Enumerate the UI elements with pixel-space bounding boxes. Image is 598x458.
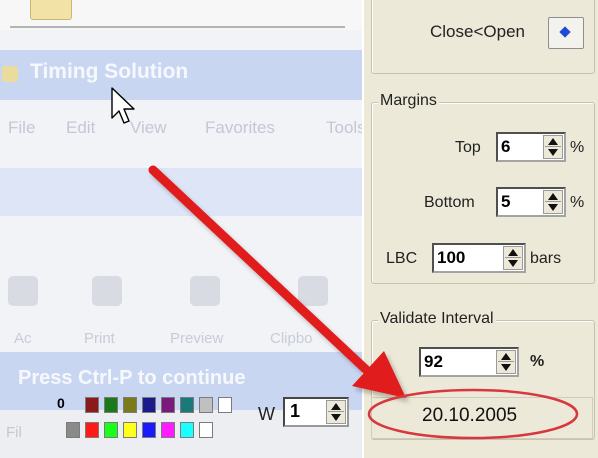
color-swatch[interactable] <box>123 422 137 438</box>
lbc-buttons[interactable] <box>503 246 523 270</box>
color-swatch[interactable] <box>142 397 156 413</box>
menu-item-edit[interactable]: Edit <box>66 118 95 138</box>
toolbar-label-clipboard[interactable]: Clipbo <box>270 330 313 347</box>
color-swatch[interactable] <box>85 397 99 413</box>
arrow-up-icon[interactable] <box>548 138 558 145</box>
arrow-up-icon[interactable] <box>331 403 341 410</box>
background-address-band <box>0 168 362 216</box>
color-swatch[interactable] <box>104 422 118 438</box>
validate-buttons[interactable] <box>496 350 516 374</box>
arrow-down-icon[interactable] <box>548 149 558 156</box>
app-icon <box>2 66 18 82</box>
color-swatch[interactable] <box>161 422 175 438</box>
color-swatch[interactable] <box>161 397 175 413</box>
background-window-title: Timing Solution <box>30 60 189 83</box>
color-swatch[interactable] <box>123 397 137 413</box>
validate-stepper[interactable]: 92 <box>419 347 519 377</box>
background-status-text: Press Ctrl-P to continue <box>18 367 246 389</box>
arrow-down-icon[interactable] <box>501 364 511 371</box>
lbc-label: LBC <box>386 250 418 267</box>
margin-bottom-label: Bottom <box>424 194 475 211</box>
margin-bottom-buttons[interactable] <box>543 190 563 214</box>
margin-top-buttons[interactable] <box>543 135 563 159</box>
color-swatch[interactable] <box>218 397 232 413</box>
preview-icon <box>190 276 220 306</box>
validate-unit: % <box>530 353 545 370</box>
close-open-label: Close<Open <box>430 22 525 41</box>
validate-date: 20.10.2005 <box>422 405 518 426</box>
background-bottom-text: Fil <box>6 424 22 441</box>
background-toolbar-labels: Ac Print Preview Clipbo <box>0 330 362 354</box>
margins-title: Margins <box>378 92 439 110</box>
lbc-stepper[interactable]: 100 <box>432 243 526 273</box>
clipboard-icon <box>298 276 328 306</box>
validate-interval-title: Validate Interval <box>378 310 496 328</box>
width-value[interactable]: 1 <box>290 401 300 422</box>
arrow-down-icon[interactable] <box>331 414 341 421</box>
menu-item-tools[interactable]: Tools <box>326 118 362 138</box>
color-swatch[interactable] <box>66 422 80 438</box>
margin-top-value[interactable]: 6 <box>501 137 510 157</box>
margin-top-label: Top <box>455 139 481 156</box>
width-stepper-buttons[interactable] <box>326 400 346 424</box>
lbc-value[interactable]: 100 <box>437 248 465 268</box>
folder-icon <box>30 0 72 20</box>
arrow-down-icon[interactable] <box>548 204 558 211</box>
arrow-up-icon[interactable] <box>508 249 518 256</box>
validate-value[interactable]: 92 <box>424 352 443 372</box>
arrow-down-icon[interactable] <box>508 260 518 267</box>
palette-first-label: 0 <box>57 395 65 411</box>
margin-bottom-stepper[interactable]: 5 <box>496 187 566 217</box>
background-menu-bar: File Edit View Favorites Tools <box>0 112 362 146</box>
color-swatch[interactable] <box>142 422 156 438</box>
margin-top-unit: % <box>570 139 585 156</box>
close-open-button[interactable] <box>548 17 584 49</box>
diamond-icon <box>559 26 571 38</box>
arrow-up-icon[interactable] <box>548 193 558 200</box>
background-toolbar-icons <box>0 276 362 326</box>
margin-top-stepper[interactable]: 6 <box>496 132 566 162</box>
toolbar-icon <box>8 276 38 306</box>
background-window: Timing Solution File Edit View Favorites… <box>0 0 362 458</box>
color-swatch[interactable] <box>104 397 118 413</box>
divider <box>10 26 345 28</box>
width-label: W <box>258 404 275 424</box>
lbc-unit: bars <box>530 250 562 267</box>
toolbar-label-print[interactable]: Print <box>84 330 115 347</box>
toolbar-label[interactable]: Ac <box>14 330 32 347</box>
margin-bottom-value[interactable]: 5 <box>501 192 510 212</box>
menu-item-file[interactable]: File <box>8 118 35 138</box>
width-stepper[interactable]: 1 <box>283 397 349 427</box>
color-swatch[interactable] <box>85 422 99 438</box>
margin-bottom-unit: % <box>570 194 585 211</box>
printer-icon <box>92 276 122 306</box>
toolbar-label-preview[interactable]: Preview <box>170 330 223 347</box>
arrow-up-icon[interactable] <box>501 353 511 360</box>
menu-item-favorites[interactable]: Favorites <box>205 118 275 138</box>
color-swatch[interactable] <box>199 397 213 413</box>
color-swatch[interactable] <box>180 422 194 438</box>
color-swatch[interactable] <box>199 422 213 438</box>
color-swatch[interactable] <box>180 397 194 413</box>
menu-item-view[interactable]: View <box>130 118 167 138</box>
